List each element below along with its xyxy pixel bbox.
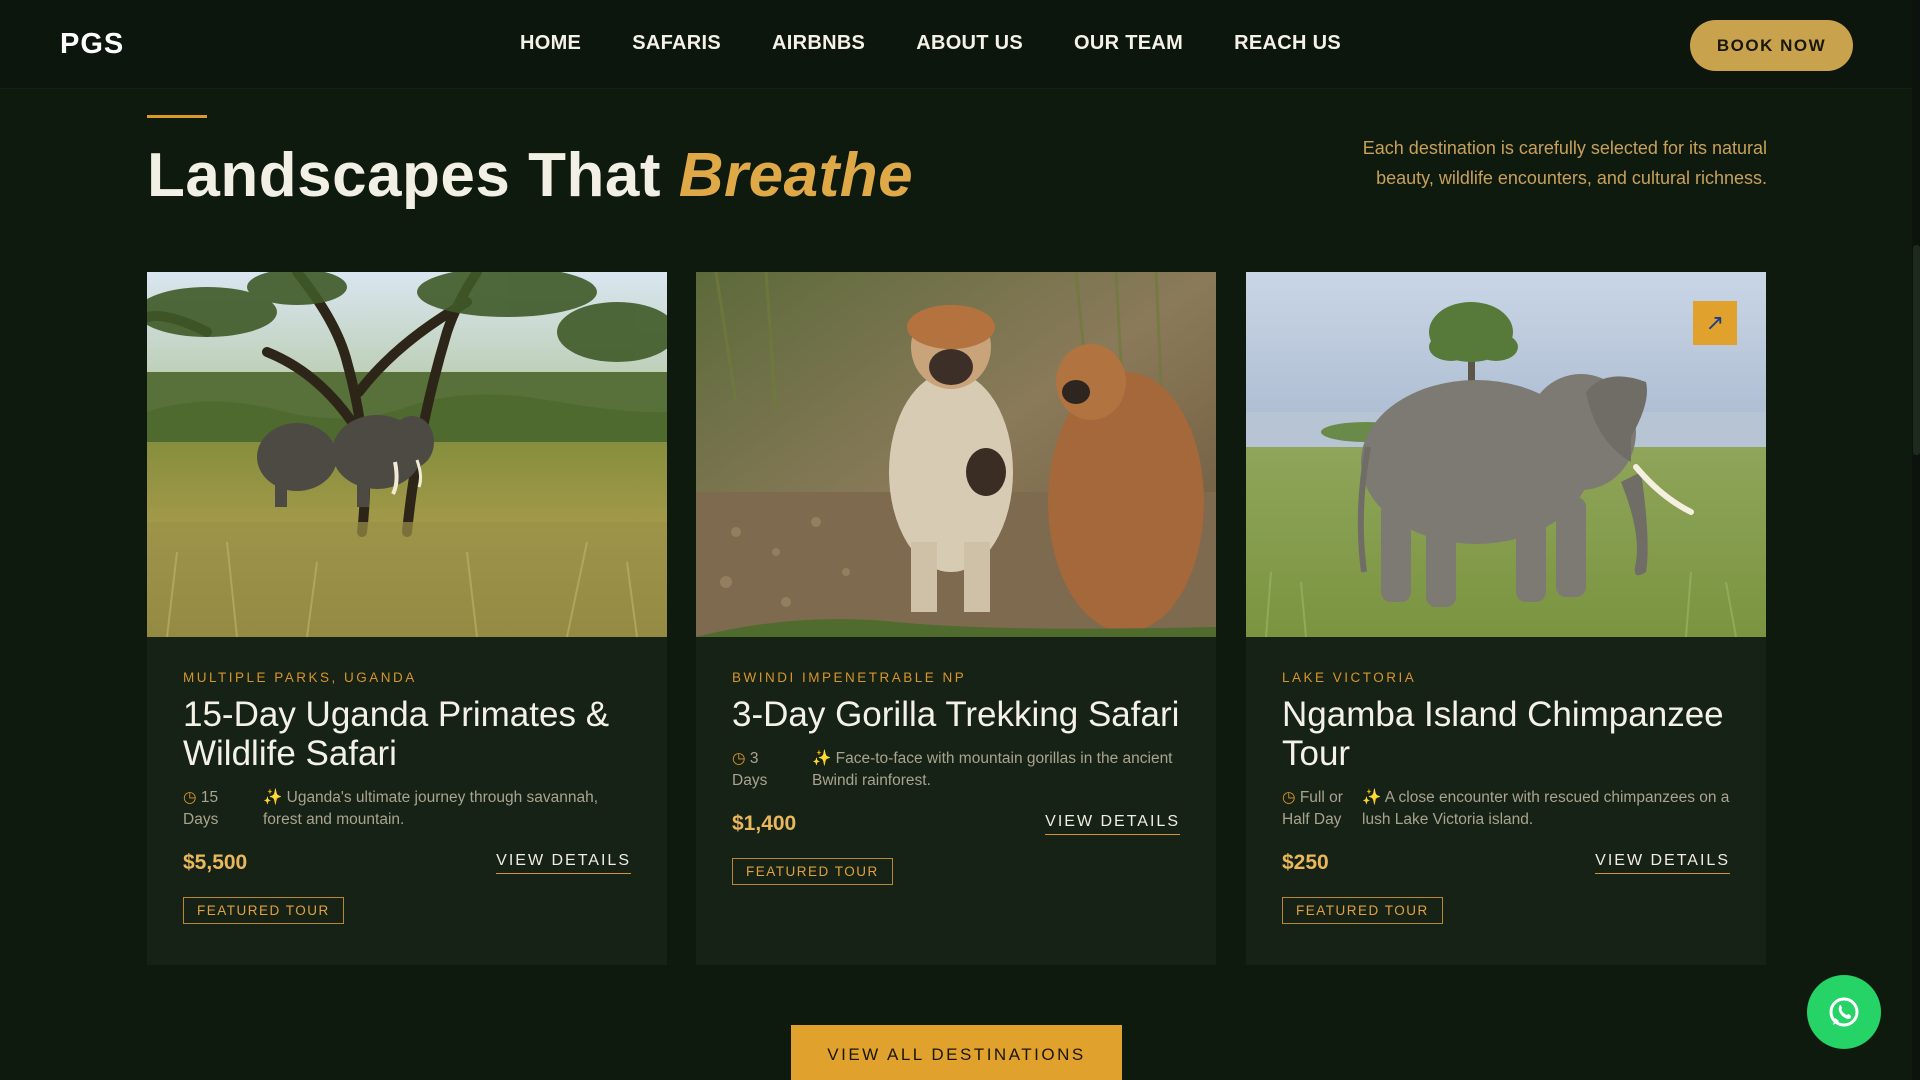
- card-description: ✨ A close encounter with rescued chimpan…: [1362, 787, 1730, 831]
- card-title[interactable]: 3-Day Gorilla Trekking Safari: [732, 695, 1180, 734]
- destination-card[interactable]: MULTIPLE PARKS, UGANDA 15-Day Uganda Pri…: [147, 272, 667, 965]
- card-location: LAKE VICTORIA: [1282, 670, 1417, 685]
- site-logo[interactable]: PGS: [60, 28, 124, 61]
- nav-links: HOME SAFARIS AIRBNBS ABOUT US OUR TEAM R…: [520, 32, 1341, 55]
- destination-card[interactable]: LAKE VICTORIA Ngamba Island Chimpanzee T…: [1246, 272, 1766, 965]
- card-body: BWINDI IMPENETRABLE NP 3-Day Gorilla Tre…: [732, 670, 1180, 885]
- view-all-destinations-button[interactable]: VIEW ALL DESTINATIONS: [791, 1025, 1122, 1080]
- card-duration-unit: Days: [732, 772, 768, 789]
- card-price: $1,400: [732, 812, 797, 835]
- card-price-row: $250 VIEW DETAILS: [1282, 851, 1730, 875]
- scrollbar-thumb[interactable]: [1913, 245, 1920, 455]
- card-description: ✨ Face-to-face with mountain gorillas in…: [812, 748, 1180, 792]
- destination-card[interactable]: BWINDI IMPENETRABLE NP 3-Day Gorilla Tre…: [696, 272, 1216, 965]
- sparkle-icon: ✨: [1362, 789, 1382, 806]
- nav-link-our-team[interactable]: OUR TEAM: [1074, 32, 1183, 55]
- nav-link-home[interactable]: HOME: [520, 32, 581, 55]
- featured-tour-badge: FEATURED TOUR: [183, 897, 344, 924]
- card-description-text: Face-to-face with mountain gorillas in t…: [812, 750, 1173, 789]
- card-location: BWINDI IMPENETRABLE NP: [732, 670, 967, 685]
- card-duration-unit: Half Day: [1282, 811, 1342, 828]
- clock-icon: ◷: [732, 750, 746, 767]
- view-details-link[interactable]: VIEW DETAILS: [1045, 813, 1180, 835]
- sparkle-icon: ✨: [812, 750, 832, 767]
- card-meta: ◷ 3 Days ✨ Face-to-face with mountain go…: [732, 748, 1180, 792]
- card-title[interactable]: 15-Day Uganda Primates & Wildlife Safari: [183, 695, 631, 773]
- card-duration: ◷ Full or Half Day: [1282, 787, 1362, 831]
- card-body: LAKE VICTORIA Ngamba Island Chimpanzee T…: [1282, 670, 1730, 924]
- section-intro: Each destination is carefully selected f…: [1362, 138, 1767, 188]
- whatsapp-chat-button[interactable]: [1807, 975, 1881, 1049]
- book-now-button[interactable]: BOOK NOW: [1690, 20, 1853, 71]
- card-duration-num: 15: [200, 789, 219, 806]
- section-accent-line: [147, 115, 207, 118]
- card-image-elephant-lakeside[interactable]: [1246, 272, 1766, 637]
- scrollbar-track[interactable]: [1912, 0, 1920, 1080]
- card-duration: ◷ 15 Days: [183, 787, 263, 831]
- card-image-elephants-savannah[interactable]: [147, 272, 667, 637]
- nav-link-airbnbs[interactable]: AIRBNBS: [772, 32, 865, 55]
- nav-link-safaris[interactable]: SAFARIS: [632, 32, 721, 55]
- card-price-row: $5,500 VIEW DETAILS: [183, 851, 631, 875]
- card-price: $250: [1282, 851, 1329, 874]
- card-duration-num: 3: [749, 750, 759, 767]
- card-duration: ◷ 3 Days: [732, 748, 812, 792]
- sparkle-icon: ✨: [263, 789, 283, 806]
- card-meta: ◷ Full or Half Day ✨ A close encounter w…: [1282, 787, 1730, 831]
- section-title: Landscapes That Breathe: [147, 140, 913, 211]
- card-body: MULTIPLE PARKS, UGANDA 15-Day Uganda Pri…: [183, 670, 631, 924]
- card-description-text: Uganda's ultimate journey through savann…: [263, 789, 599, 828]
- card-meta: ◷ 15 Days ✨ Uganda's ultimate journey th…: [183, 787, 631, 831]
- arrow-up-right-icon[interactable]: ↗: [1693, 301, 1737, 345]
- card-duration-unit: Days: [183, 811, 219, 828]
- section-title-accent: Breathe: [678, 141, 914, 210]
- card-price: $5,500: [183, 851, 248, 874]
- clock-icon: ◷: [1282, 789, 1296, 806]
- nav-link-reach-us[interactable]: REACH US: [1234, 32, 1341, 55]
- card-price-row: $1,400 VIEW DETAILS: [732, 812, 1180, 836]
- featured-tour-badge: FEATURED TOUR: [1282, 897, 1443, 924]
- card-description-text: A close encounter with rescued chimpanze…: [1362, 789, 1730, 828]
- top-navbar: PGS HOME SAFARIS AIRBNBS ABOUT US OUR TE…: [0, 0, 1920, 89]
- card-description: ✨ Uganda's ultimate journey through sava…: [263, 787, 631, 831]
- nav-link-about-us[interactable]: ABOUT US: [916, 32, 1023, 55]
- view-details-link[interactable]: VIEW DETAILS: [1595, 852, 1730, 874]
- clock-icon: ◷: [183, 789, 197, 806]
- card-location: MULTIPLE PARKS, UGANDA: [183, 670, 417, 685]
- card-duration-num: Full or: [1299, 789, 1343, 806]
- featured-tour-badge: FEATURED TOUR: [732, 858, 893, 885]
- section-title-plain: Landscapes That: [147, 141, 679, 210]
- card-image-monkeys[interactable]: [696, 272, 1216, 637]
- view-details-link[interactable]: VIEW DETAILS: [496, 852, 631, 874]
- card-title[interactable]: Ngamba Island Chimpanzee Tour: [1282, 695, 1730, 773]
- whatsapp-icon: [1829, 997, 1859, 1027]
